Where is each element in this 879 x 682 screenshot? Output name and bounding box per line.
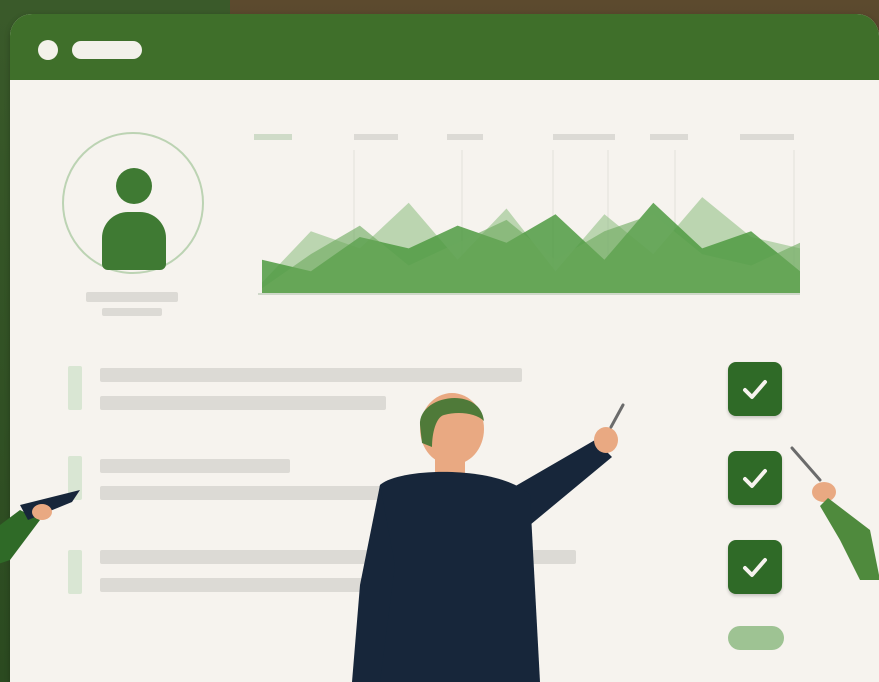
presenter-figure <box>352 393 625 682</box>
chart-header-bar <box>447 134 483 140</box>
title-bar <box>10 14 879 80</box>
title-placeholder <box>72 41 142 59</box>
check-icon <box>743 558 767 577</box>
chart-header-placeholders <box>254 134 794 140</box>
avatar[interactable] <box>62 132 204 274</box>
chart-header-bar <box>553 134 615 140</box>
list-item-marker <box>68 366 82 410</box>
left-hand-illustration <box>0 490 80 564</box>
action-pill-button[interactable] <box>728 626 784 650</box>
right-hand-illustration <box>790 446 879 580</box>
chart-header-bar <box>740 134 794 140</box>
user-icon-head <box>116 168 152 204</box>
chart-header-bar <box>254 134 292 140</box>
check-icon <box>743 380 767 399</box>
profile-subtitle-placeholder <box>102 308 162 316</box>
list-item-line <box>100 459 290 473</box>
list-item-line <box>100 368 522 382</box>
chart-series <box>262 197 800 294</box>
area-chart <box>254 134 800 295</box>
profile-name-placeholder <box>86 292 178 302</box>
chart-header-bar <box>650 134 688 140</box>
checkbox-checked[interactable] <box>728 540 782 594</box>
check-icon <box>743 469 767 488</box>
checkbox-checked[interactable] <box>728 451 782 505</box>
checkbox-checked[interactable] <box>728 362 782 416</box>
user-icon-body <box>102 212 166 270</box>
chart-header-bar <box>354 134 398 140</box>
window-dot-icon[interactable] <box>38 40 58 60</box>
